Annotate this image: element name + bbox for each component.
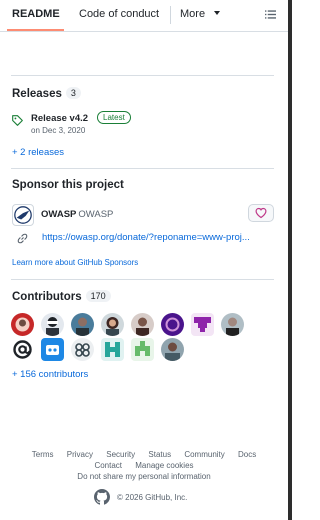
link-icon bbox=[17, 233, 28, 244]
contributor-avatar[interactable] bbox=[11, 313, 34, 336]
releases-heading[interactable]: Releases 3 bbox=[12, 87, 81, 100]
latest-release-link[interactable]: Release v4.2 bbox=[31, 113, 88, 124]
section-divider bbox=[11, 168, 274, 169]
footer-link-security[interactable]: Security bbox=[106, 450, 135, 459]
sponsor-account-name: OWASP bbox=[78, 209, 114, 220]
more-releases-link[interactable]: + 2 releases bbox=[12, 147, 64, 158]
sponsor-button[interactable] bbox=[248, 204, 274, 222]
sponsor-heading: Sponsor this project bbox=[12, 179, 124, 191]
footer-link-community[interactable]: Community bbox=[184, 450, 224, 459]
contributor-avatar[interactable] bbox=[161, 338, 184, 361]
contributor-avatar[interactable] bbox=[221, 313, 244, 336]
contributor-avatar[interactable] bbox=[71, 313, 94, 336]
tab-bar: README Code of conduct More bbox=[0, 0, 288, 32]
contributors-heading-label: Contributors bbox=[12, 291, 82, 303]
footer-links-row-1: Terms Privacy Security Status Community … bbox=[0, 450, 288, 459]
contributor-avatar[interactable] bbox=[101, 338, 124, 361]
heart-icon bbox=[255, 207, 267, 219]
footer-link-status[interactable]: Status bbox=[148, 450, 171, 459]
footer-link-do-not-share[interactable]: Do not share my personal information bbox=[77, 472, 210, 481]
tab-separator bbox=[170, 6, 171, 24]
tab-more[interactable]: More bbox=[180, 8, 221, 20]
active-tab-indicator bbox=[7, 29, 64, 31]
copyright: © 2026 GitHub, Inc. bbox=[94, 489, 187, 505]
chevron-down-icon bbox=[214, 11, 221, 15]
tab-readme[interactable]: README bbox=[12, 8, 60, 20]
contributor-avatar[interactable] bbox=[191, 313, 214, 336]
sponsor-account-login: OWASP bbox=[41, 209, 77, 220]
footer-links-row-3: Do not share my personal information bbox=[0, 472, 288, 481]
footer-link-terms[interactable]: Terms bbox=[32, 450, 54, 459]
contributor-avatar[interactable] bbox=[41, 313, 64, 336]
releases-count: 3 bbox=[65, 87, 81, 99]
table-of-contents-icon[interactable] bbox=[265, 9, 276, 20]
window-edge bbox=[288, 0, 292, 520]
contributor-avatar[interactable] bbox=[131, 313, 154, 336]
donate-link[interactable]: https://owasp.org/donate/?reponame=www-p… bbox=[42, 232, 274, 243]
tab-code-of-conduct[interactable]: Code of conduct bbox=[79, 8, 159, 20]
latest-badge: Latest bbox=[97, 111, 131, 124]
section-divider bbox=[11, 75, 274, 76]
release-date: on Dec 3, 2020 bbox=[31, 126, 86, 135]
contributor-avatar[interactable] bbox=[11, 338, 34, 361]
copyright-text: © 2026 GitHub, Inc. bbox=[117, 492, 188, 502]
footer-link-manage-cookies[interactable]: Manage cookies bbox=[135, 461, 193, 470]
github-logo-icon[interactable] bbox=[94, 489, 110, 505]
footer-links-row-2: Contact Manage cookies bbox=[0, 461, 288, 470]
releases-heading-label: Releases bbox=[12, 88, 62, 100]
sponsor-account[interactable]: OWASP OWASP bbox=[41, 209, 113, 220]
tab-more-label: More bbox=[180, 8, 206, 20]
contributor-avatar[interactable] bbox=[41, 338, 64, 361]
more-contributors-link[interactable]: + 156 contributors bbox=[12, 369, 88, 380]
owasp-avatar[interactable] bbox=[12, 204, 34, 226]
footer-link-docs[interactable]: Docs bbox=[238, 450, 256, 459]
contributor-avatar[interactable] bbox=[71, 338, 94, 361]
footer-link-privacy[interactable]: Privacy bbox=[67, 450, 93, 459]
contributor-avatar[interactable] bbox=[161, 313, 184, 336]
contributor-avatar[interactable] bbox=[101, 313, 124, 336]
contributor-avatar[interactable] bbox=[131, 338, 154, 361]
contributors-heading[interactable]: Contributors 170 bbox=[12, 290, 111, 303]
section-divider bbox=[11, 279, 274, 280]
contributors-count: 170 bbox=[85, 290, 111, 302]
tag-icon bbox=[12, 115, 23, 126]
learn-more-sponsors-link[interactable]: Learn more about GitHub Sponsors bbox=[12, 258, 138, 267]
footer-link-contact[interactable]: Contact bbox=[94, 461, 122, 470]
owasp-logo-icon bbox=[14, 206, 32, 224]
